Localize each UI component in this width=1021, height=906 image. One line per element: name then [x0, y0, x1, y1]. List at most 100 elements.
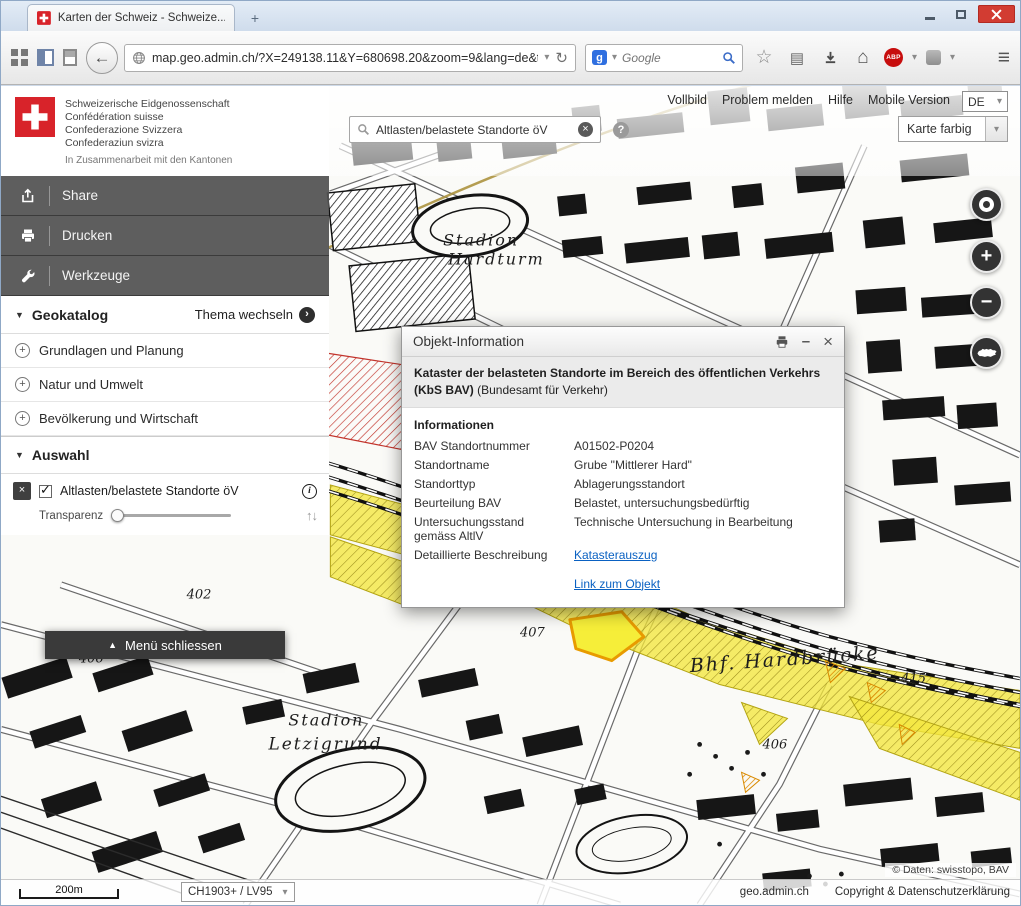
clear-search-icon[interactable]: ×: [578, 122, 593, 137]
zoom-in-button[interactable]: +: [970, 240, 1003, 273]
auswahl-header[interactable]: ▼ Auswahl: [1, 436, 329, 474]
geolocate-button[interactable]: [970, 188, 1003, 221]
layer-checkbox[interactable]: ✓: [39, 485, 52, 498]
bookmarks-list-icon[interactable]: ▤: [785, 45, 809, 71]
drucken-label: Drucken: [62, 228, 112, 243]
web-search-input[interactable]: [622, 51, 717, 65]
sidebar-item-werkzeuge[interactable]: Werkzeuge: [1, 256, 329, 296]
search-icon: [357, 123, 370, 136]
check-icon: ✓: [40, 482, 51, 498]
map-label-hardturm-2: Hardturm: [447, 250, 545, 269]
catalog-item-label: Natur und Umwelt: [39, 377, 143, 392]
catalog-item-label: Grundlagen und Planung: [39, 343, 184, 358]
layer-info-icon[interactable]: i: [302, 484, 317, 499]
popup-minimize-icon[interactable]: –: [802, 333, 810, 350]
map-style-select[interactable]: Karte farbig ▾: [898, 116, 1008, 142]
footer-link-copyright[interactable]: Copyright & Datenschutzerklärung: [835, 886, 1010, 898]
transparency-slider[interactable]: [113, 514, 231, 517]
url-input[interactable]: [152, 51, 538, 65]
google-icon: g: [592, 50, 607, 65]
catalog-item-natur[interactable]: + Natur und Umwelt: [1, 368, 329, 402]
header-brand-block: Schweizerische Eidgenossenschaft Confédé…: [1, 86, 329, 176]
browser-tab[interactable]: Karten der Schweiz - Schweize...: [27, 4, 235, 31]
info-label: Standorttyp: [414, 477, 566, 491]
info-value: Ablagerungsstandort: [574, 477, 832, 491]
adblock-icon[interactable]: ABP: [884, 48, 903, 67]
url-dropdown-caret-icon[interactable]: ▾: [544, 52, 549, 63]
minimize-icon: [925, 17, 935, 20]
info-label: Untersuchungsstand gemäss AltlV: [414, 515, 566, 543]
map-search-box[interactable]: ×: [349, 116, 601, 143]
url-bar[interactable]: ▾ ↻: [124, 44, 576, 72]
remove-layer-icon[interactable]: ×: [13, 482, 31, 500]
addon-icon[interactable]: [926, 50, 941, 65]
catalog-item-bevoelkerung[interactable]: + Bevölkerung und Wirtschaft: [1, 402, 329, 436]
map-style-value: Karte farbig: [899, 122, 985, 136]
map-label-letzigrund-2: Letzigrund: [267, 733, 382, 753]
adblock-caret-icon[interactable]: ▾: [912, 52, 917, 63]
catalog-item-label: Bevölkerung und Wirtschaft: [39, 411, 198, 426]
home-icon[interactable]: ⌂: [851, 45, 875, 71]
hamburger-menu-icon[interactable]: ≡: [998, 46, 1010, 70]
search-engine-caret-icon[interactable]: ▾: [612, 52, 617, 63]
geoadmin-header: Schweizerische Eidgenossenschaft Confédé…: [1, 86, 1020, 176]
info-section-title: Informationen: [414, 418, 832, 432]
expand-plus-icon: +: [15, 377, 30, 392]
slider-knob[interactable]: [111, 509, 124, 522]
close-menu-button[interactable]: ▲ Menü schliessen: [45, 631, 285, 659]
browser-window: Karten der Schweiz - Schweize... + ← ▾ ↻…: [0, 0, 1021, 906]
minimize-button[interactable]: [916, 5, 944, 23]
info-label: BAV Standortnummer: [414, 439, 566, 453]
reload-button[interactable]: ↻: [555, 49, 568, 67]
popup-titlebar[interactable]: Objekt-Information – ×: [402, 327, 844, 357]
cooperation-note: In Zusammenarbeit mit den Kantonen: [65, 155, 232, 166]
popup-title: Objekt-Information: [413, 334, 524, 349]
new-tab-button[interactable]: +: [243, 9, 267, 28]
auswahl-title: Auswahl: [32, 447, 90, 463]
tab-favicon-swiss-cross-icon: [37, 11, 51, 25]
share-label: Share: [62, 188, 98, 203]
map-label-402: 402: [186, 588, 212, 603]
downloads-button[interactable]: [818, 45, 842, 71]
addon-caret-icon[interactable]: ▾: [950, 52, 955, 63]
maximize-button[interactable]: [947, 5, 975, 23]
clipboard-icon[interactable]: [63, 49, 77, 66]
geokatalog-header[interactable]: ▼ Geokatalog Thema wechseln ›: [1, 296, 329, 334]
search-submit-magnifier-icon[interactable]: [722, 51, 736, 65]
layer-order-arrows-icon[interactable]: ↑↓: [306, 508, 317, 523]
header-link-hilfe[interactable]: Hilfe: [828, 93, 853, 107]
map-label-hardturm-1: Stadion: [443, 231, 519, 250]
popup-close-icon[interactable]: ×: [823, 332, 833, 352]
theme-switch-link[interactable]: Thema wechseln ›: [195, 307, 315, 323]
header-link-mobile-version[interactable]: Mobile Version: [868, 93, 950, 107]
sidebar-item-drucken[interactable]: Drucken: [1, 216, 329, 256]
titlebar[interactable]: Karten der Schweiz - Schweize... +: [1, 1, 1020, 31]
zoom-out-button[interactable]: −: [970, 286, 1003, 319]
projection-select[interactable]: CH1903+ / LV95 ▾: [181, 882, 295, 902]
tab-title: Karten der Schweiz - Schweize...: [58, 12, 225, 24]
popup-print-icon[interactable]: [775, 335, 789, 349]
map-search-input[interactable]: [376, 123, 572, 137]
download-icon: [823, 50, 838, 65]
info-label: Standortname: [414, 458, 566, 472]
back-button[interactable]: ←: [86, 42, 118, 74]
catalog-item-grundlagen[interactable]: + Grundlagen und Planung: [1, 334, 329, 368]
header-link-problem-melden[interactable]: Problem melden: [722, 93, 813, 107]
projection-caret-icon: ▾: [276, 887, 294, 898]
katasterauszug-link[interactable]: Katasterauszug: [574, 548, 832, 562]
grid-icon[interactable]: [11, 49, 28, 66]
footer-link-geoadmin[interactable]: geo.admin.ch: [740, 886, 809, 898]
swiss-confederation-logo-icon: [15, 97, 55, 142]
header-link-vollbild[interactable]: Vollbild: [667, 93, 707, 107]
layer-label: Altlasten/belastete Standorte öV: [60, 484, 239, 498]
info-value: Belastet, untersuchungsbedürftig: [574, 496, 832, 510]
default-extent-button[interactable]: [970, 336, 1003, 369]
language-select[interactable]: DE ▾: [962, 91, 1008, 112]
close-button[interactable]: [978, 5, 1015, 23]
panel-icon[interactable]: [37, 49, 54, 66]
bookmark-star-icon[interactable]: ☆: [752, 45, 776, 71]
sidebar-item-share[interactable]: Share: [1, 176, 329, 216]
search-help-icon[interactable]: ?: [613, 122, 629, 138]
object-link[interactable]: Link zum Objekt: [574, 577, 832, 591]
web-search-bar[interactable]: g ▾: [585, 44, 743, 72]
